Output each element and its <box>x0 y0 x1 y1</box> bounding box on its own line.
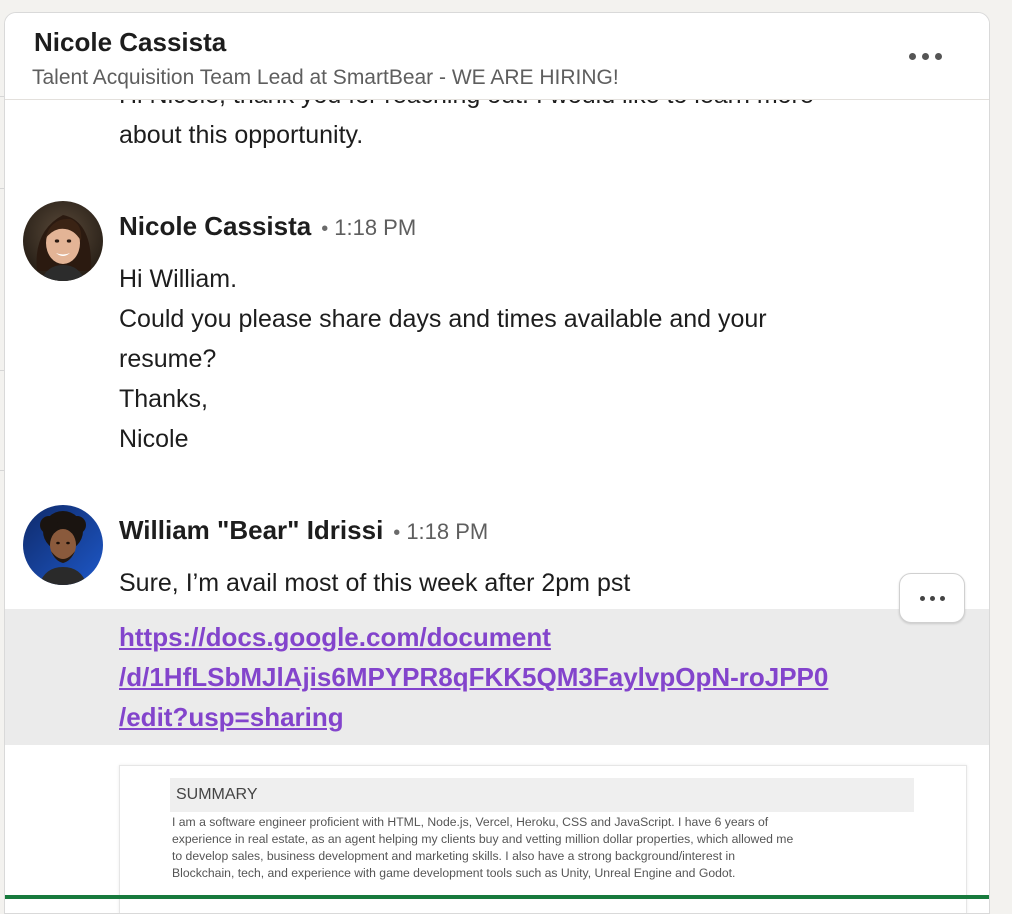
more-horizontal-icon <box>919 595 945 601</box>
separator-dot: • <box>393 522 401 544</box>
message-line: Hi William. <box>119 265 238 293</box>
preview-text: I am a software engineer proficient with… <box>172 814 922 882</box>
separator-dot: • <box>321 218 329 240</box>
message-line: resume? <box>119 345 217 373</box>
preview-line: I am a software engineer proficient with… <box>172 815 769 829</box>
timestamp: 1:18 PM <box>406 519 489 544</box>
message-options-button[interactable] <box>899 573 965 623</box>
timestamp: 1:18 PM <box>334 215 417 240</box>
message-line: Could you please share days and times av… <box>119 305 767 333</box>
message-header-nicole: Nicole Cassista • 1:18 PM <box>119 211 416 242</box>
message-line: Sure, I’m avail most of this week after … <box>119 569 631 597</box>
message-header-william: William "Bear" Idrissi • 1:18 PM <box>119 515 488 546</box>
preview-line: Blockchain, tech, and experience with ga… <box>172 866 736 880</box>
conversation-header: Nicole Cassista Talent Acquisition Team … <box>5 13 989 100</box>
composer-top-border <box>5 895 989 899</box>
message-line: Nicole <box>119 425 189 453</box>
preview-line: to develop sales, business development a… <box>172 849 735 863</box>
message-list[interactable]: Hi Nicole, thank you for reaching out. I… <box>5 13 989 913</box>
link-line[interactable]: https://docs.google.com/document <box>119 617 828 657</box>
avatar-nicole-cassista[interactable] <box>23 201 103 281</box>
document-preview[interactable]: SUMMARY I am a software engineer profici… <box>119 765 967 913</box>
link-line[interactable]: /d/1HfLSbMJlAjis6MPYPR8qFKK5QM3FaylvpOpN… <box>119 657 828 697</box>
link-line[interactable]: /edit?usp=sharing <box>119 697 828 737</box>
preview-heading: SUMMARY <box>170 778 914 812</box>
contact-headline: Talent Acquisition Team Lead at SmartBea… <box>32 66 619 89</box>
conversation-panel: Hi Nicole, thank you for reaching out. I… <box>4 12 990 914</box>
conversation-options-button[interactable] <box>895 41 955 71</box>
avatar-william-idrissi[interactable] <box>23 505 103 585</box>
sender-name[interactable]: William "Bear" Idrissi <box>119 515 383 545</box>
more-horizontal-icon <box>908 52 942 60</box>
sender-name[interactable]: Nicole Cassista <box>119 211 311 241</box>
preview-line: experience in real estate, as an agent h… <box>172 832 794 846</box>
shared-document-link[interactable]: https://docs.google.com/document /d/1HfL… <box>119 617 828 737</box>
message-line: Thanks, <box>119 385 208 413</box>
previous-message-line: about this opportunity. <box>119 121 364 149</box>
contact-name[interactable]: Nicole Cassista <box>34 27 226 58</box>
